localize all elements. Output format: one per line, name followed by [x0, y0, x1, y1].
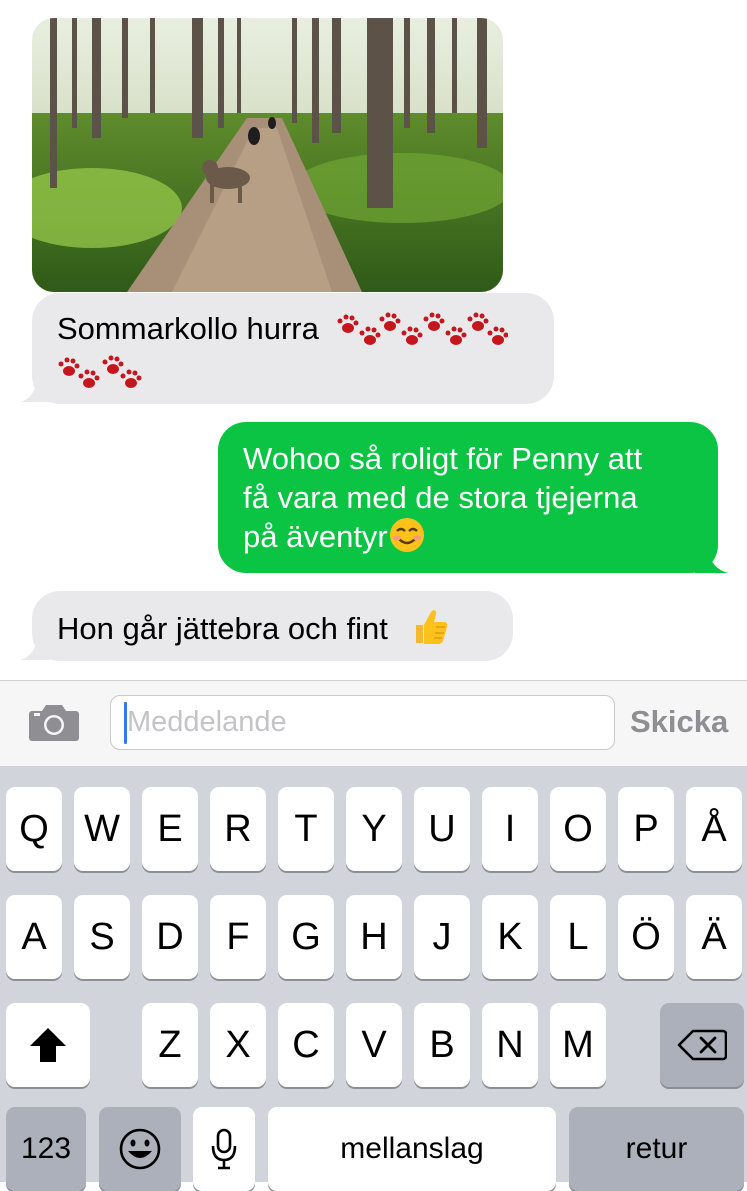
incoming-message-bubble[interactable]: Hon går jättebra och fint	[32, 591, 513, 661]
microphone-key[interactable]	[193, 1107, 255, 1191]
key-q[interactable]: Q	[6, 787, 62, 871]
key-h[interactable]: H	[346, 895, 402, 979]
message-text: Hon går jättebra och fint	[57, 611, 388, 646]
key-i[interactable]: I	[482, 787, 538, 871]
return-key[interactable]: retur	[569, 1107, 744, 1191]
key-c[interactable]: C	[278, 1003, 334, 1087]
key-a[interactable]: A	[6, 895, 62, 979]
key-g[interactable]: G	[278, 895, 334, 979]
key-t[interactable]: T	[278, 787, 334, 871]
incoming-message-bubble[interactable]: Sommarkollo hurra	[32, 293, 554, 404]
key-b[interactable]: B	[414, 1003, 470, 1087]
key-l[interactable]: L	[550, 895, 606, 979]
numbers-key[interactable]: 123	[6, 1107, 86, 1191]
outgoing-message-bubble[interactable]: Wohoo så roligt för Penny att få vara me…	[218, 422, 718, 573]
space-key[interactable]: mellanslag	[268, 1107, 556, 1191]
shift-icon	[30, 1028, 66, 1062]
backspace-icon	[677, 1029, 727, 1061]
key-k[interactable]: K	[482, 895, 538, 979]
send-button[interactable]: Skicka	[630, 704, 728, 740]
bubble-tail	[695, 547, 729, 573]
key-s[interactable]: S	[74, 895, 130, 979]
key-f[interactable]: F	[210, 895, 266, 979]
key-o-umlaut[interactable]: Ö	[618, 895, 674, 979]
thumbs-up-emoji	[416, 610, 448, 644]
key-o[interactable]: O	[550, 787, 606, 871]
text-caret	[124, 702, 127, 744]
camera-icon[interactable]	[28, 703, 80, 743]
keyboard: Q W E R T Y U I O P Å A S D F G H J K L …	[0, 766, 747, 1191]
message-thread: Sommarkollo hurra Wohoo så roligt för Pe…	[0, 0, 747, 680]
key-n[interactable]: N	[482, 1003, 538, 1087]
message-input[interactable]	[110, 695, 615, 750]
message-composer: Skicka	[0, 680, 747, 766]
photo-message[interactable]	[32, 18, 503, 292]
key-d[interactable]: D	[142, 895, 198, 979]
key-m[interactable]: M	[550, 1003, 606, 1087]
message-text: Sommarkollo hurra	[57, 311, 319, 346]
key-p[interactable]: P	[618, 787, 674, 871]
key-z[interactable]: Z	[142, 1003, 198, 1087]
message-line: på äventyr	[243, 519, 388, 554]
backspace-key[interactable]	[660, 1003, 744, 1087]
paw-prints-emoji	[337, 312, 508, 345]
key-j[interactable]: J	[414, 895, 470, 979]
emoji-key[interactable]	[99, 1107, 181, 1191]
message-line: Wohoo så roligt för Penny att	[243, 441, 643, 476]
key-e[interactable]: E	[142, 787, 198, 871]
key-v[interactable]: V	[346, 1003, 402, 1087]
paw-prints-emoji	[58, 355, 142, 388]
microphone-icon	[211, 1128, 237, 1170]
key-y[interactable]: Y	[346, 787, 402, 871]
emoji-icon	[119, 1128, 161, 1170]
bubble-tail	[20, 378, 50, 402]
key-a-umlaut[interactable]: Ä	[686, 895, 742, 979]
key-r[interactable]: R	[210, 787, 266, 871]
bubble-tail	[20, 636, 50, 660]
message-line: få vara med de stora tjejerna	[243, 480, 638, 515]
forest-path-photo	[32, 18, 503, 292]
key-x[interactable]: X	[210, 1003, 266, 1087]
smiling-face-emoji	[389, 518, 424, 552]
key-u[interactable]: U	[414, 787, 470, 871]
key-w[interactable]: W	[74, 787, 130, 871]
shift-key[interactable]	[6, 1003, 90, 1087]
key-a-ring[interactable]: Å	[686, 787, 742, 871]
